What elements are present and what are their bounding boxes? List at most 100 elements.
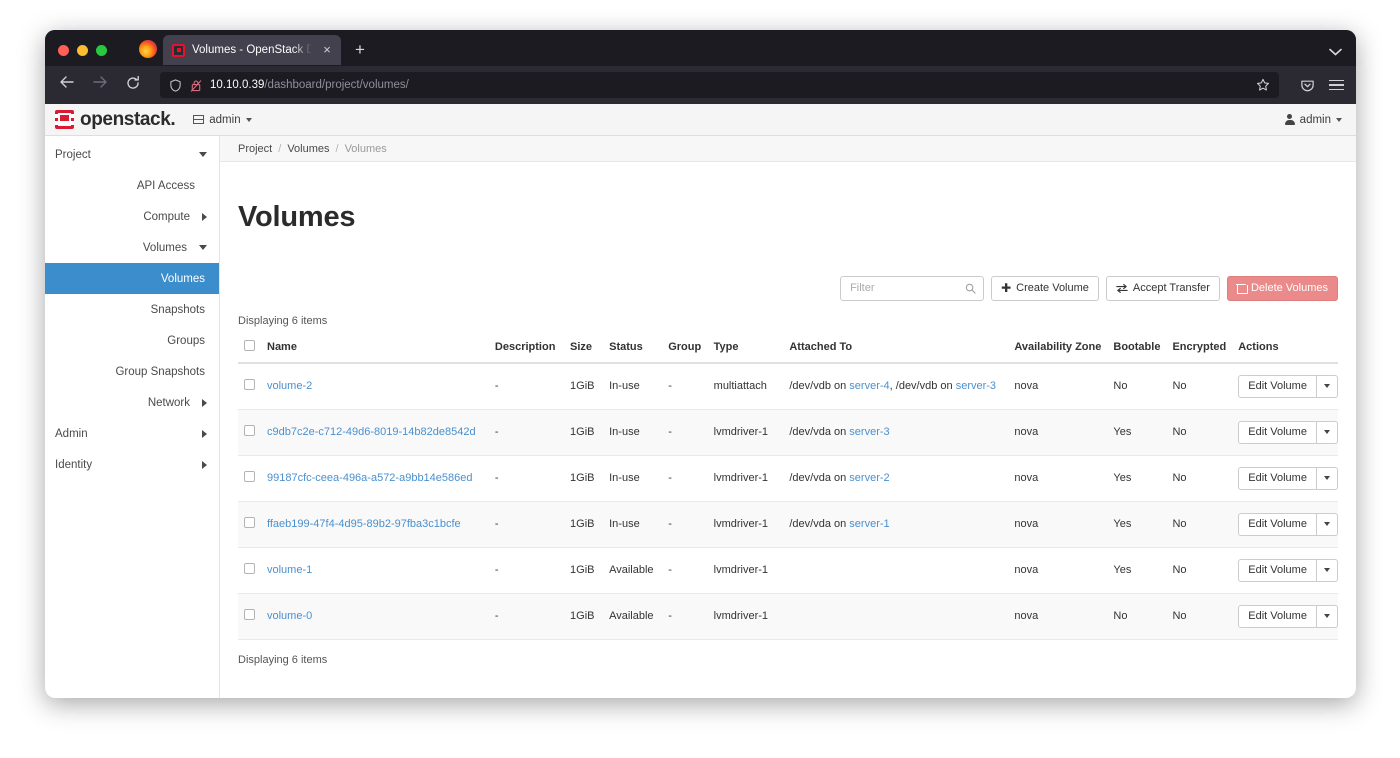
row-actions-dropdown-button[interactable] — [1316, 466, 1338, 490]
row-checkbox[interactable] — [244, 379, 255, 391]
row-checkbox[interactable] — [244, 563, 255, 575]
project-switcher-label: admin — [209, 113, 241, 126]
address-bar[interactable]: 10.10.0.39/dashboard/project/volumes/ — [160, 72, 1279, 98]
create-volume-label: Create Volume — [1016, 282, 1089, 295]
column-header-description[interactable]: Description — [488, 332, 565, 364]
attachment-server-link[interactable]: server-3 — [956, 380, 996, 392]
openstack-logo[interactable]: openstack. — [55, 109, 176, 131]
select-all-checkbox[interactable] — [244, 339, 255, 351]
sidebar-item-volumes[interactable]: Volumes — [45, 263, 219, 294]
row-checkbox[interactable] — [244, 425, 255, 437]
accept-transfer-button[interactable]: Accept Transfer — [1105, 275, 1220, 301]
forward-button[interactable] — [90, 75, 110, 95]
minimize-window-button[interactable] — [77, 45, 88, 56]
volume-availability-zone-cell: nova — [1008, 455, 1108, 502]
column-header-size[interactable]: Size — [564, 332, 604, 364]
row-select-cell — [238, 593, 261, 640]
sidebar-item-admin[interactable]: Admin — [45, 418, 219, 449]
sidebar-item-project[interactable]: Project — [45, 139, 219, 170]
volume-type-cell: lvmdriver-1 — [707, 593, 784, 640]
edit-volume-button[interactable]: Edit Volume — [1238, 558, 1317, 582]
volume-name-link[interactable]: volume-2 — [267, 380, 312, 392]
sidebar-item-groups[interactable]: Groups — [45, 325, 219, 356]
column-header-actions: Actions — [1232, 332, 1338, 364]
close-tab-icon[interactable]: × — [319, 42, 335, 58]
sidebar-item-identity[interactable]: Identity — [45, 449, 219, 480]
row-action-button-group: Edit Volume — [1238, 466, 1338, 490]
volume-status-cell: In-use — [603, 501, 663, 548]
item-count-bottom: Displaying 6 items — [238, 653, 328, 666]
column-header-availability-zone[interactable]: Availability Zone — [1008, 332, 1108, 364]
lock-crossed-icon[interactable] — [190, 79, 202, 92]
column-header-group[interactable]: Group — [662, 332, 708, 364]
delete-volumes-button[interactable]: Delete Volumes — [1226, 275, 1338, 301]
volume-group-cell: - — [662, 501, 708, 548]
column-header-bootable[interactable]: Bootable — [1107, 332, 1167, 364]
volume-name-link[interactable]: 99187cfc-ceea-496a-a572-a9bb14e586ed — [267, 472, 473, 484]
attachment-server-link[interactable]: server-1 — [849, 518, 889, 530]
filter-field[interactable] — [840, 275, 985, 301]
row-actions-dropdown-button[interactable] — [1316, 512, 1338, 536]
breadcrumb-item[interactable]: Project — [238, 143, 272, 155]
reload-button[interactable] — [123, 75, 143, 95]
row-checkbox[interactable] — [244, 609, 255, 621]
edit-volume-button[interactable]: Edit Volume — [1238, 604, 1317, 628]
column-header-attached-to[interactable]: Attached To — [783, 332, 1009, 364]
volume-name-link[interactable]: volume-0 — [267, 610, 312, 622]
row-checkbox[interactable] — [244, 517, 255, 529]
table-body: volume-2-1GiB In-use - multiattach/dev/vdb … — [238, 362, 1338, 640]
edit-volume-button[interactable]: Edit Volume — [1238, 374, 1317, 398]
row-select-cell — [238, 501, 261, 548]
volume-name-link[interactable]: c9db7c2e-c712-49d6-8019-14b82de8542d — [267, 426, 476, 438]
edit-volume-button[interactable]: Edit Volume — [1238, 512, 1317, 536]
row-checkbox[interactable] — [244, 471, 255, 483]
column-header-name[interactable]: Name — [261, 332, 489, 364]
shield-icon[interactable] — [169, 78, 182, 92]
new-tab-button[interactable]: + — [347, 37, 373, 63]
user-menu[interactable]: admin — [1284, 114, 1342, 126]
chevron-right-icon — [202, 429, 207, 438]
row-actions-dropdown-button[interactable] — [1316, 558, 1338, 582]
sidebar-item-compute[interactable]: Compute — [45, 201, 219, 232]
sidebar-item-snapshots[interactable]: Snapshots — [45, 294, 219, 325]
edit-volume-button[interactable]: Edit Volume — [1238, 466, 1317, 490]
close-window-button[interactable] — [58, 45, 69, 56]
column-header-type[interactable]: Type — [707, 332, 784, 364]
browser-menu-button[interactable] — [1329, 79, 1344, 91]
sidebar-item-group-snapshots[interactable]: Group Snapshots — [45, 356, 219, 387]
row-actions-dropdown-button[interactable] — [1316, 420, 1338, 444]
volume-name-link[interactable]: ffaeb199-47f4-4d95-89b2-97fba3c1bcfe — [267, 518, 461, 530]
volume-bootable-cell: No — [1107, 593, 1167, 640]
breadcrumb-item[interactable]: Volumes — [287, 143, 329, 155]
search-input[interactable] — [848, 281, 966, 296]
back-button[interactable] — [57, 75, 77, 95]
volume-availability-zone-cell: nova — [1008, 593, 1108, 640]
row-actions-dropdown-button[interactable] — [1316, 604, 1338, 628]
column-header-encrypted[interactable]: Encrypted — [1166, 332, 1233, 364]
volume-actions-cell: Edit Volume — [1232, 362, 1338, 410]
volume-availability-zone-cell: nova — [1008, 362, 1108, 410]
row-actions-dropdown-button[interactable] — [1316, 374, 1338, 398]
project-switcher[interactable]: admin — [193, 113, 252, 126]
sidebar-item-label: Project — [55, 148, 91, 161]
volume-description-cell: - — [488, 593, 565, 640]
edit-volume-button[interactable]: Edit Volume — [1238, 420, 1317, 444]
sidebar-item-api-access[interactable]: API Access — [45, 170, 219, 201]
sidebar-item-network[interactable]: Network — [45, 387, 219, 418]
volume-group-cell: - — [662, 593, 708, 640]
attachment-server-link[interactable]: server-2 — [849, 472, 889, 484]
volume-group-cell: - — [662, 362, 708, 410]
browser-tab[interactable]: Volumes - OpenStack Dashboard × — [163, 35, 341, 65]
pocket-icon[interactable] — [1300, 78, 1315, 93]
volume-description-cell: - — [488, 409, 565, 456]
attachment-server-link[interactable]: server-4 — [849, 380, 889, 392]
column-header-status[interactable]: Status — [603, 332, 663, 364]
create-volume-button[interactable]: ✚ Create Volume — [991, 275, 1099, 301]
bookmark-star-icon[interactable] — [1256, 78, 1270, 92]
maximize-window-button[interactable] — [96, 45, 107, 56]
tab-list-chevron-down-icon[interactable] — [1329, 47, 1342, 59]
table-head: Name Description Size Status Group Type … — [238, 332, 1338, 364]
attachment-server-link[interactable]: server-3 — [849, 426, 889, 438]
sidebar-item-volumes[interactable]: Volumes — [45, 232, 219, 263]
volume-name-link[interactable]: volume-1 — [267, 564, 312, 576]
